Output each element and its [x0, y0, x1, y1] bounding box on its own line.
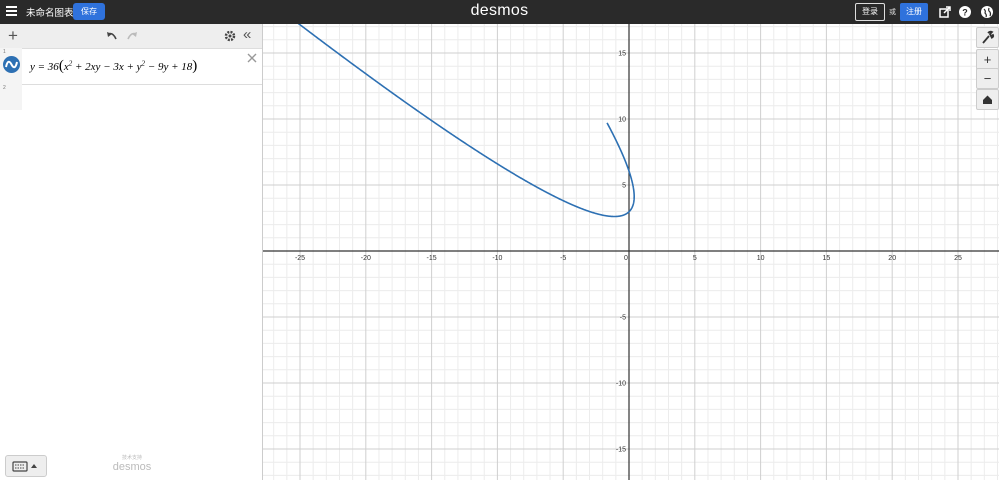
- home-icon: [983, 95, 992, 104]
- term-end: − 9y + 18: [145, 61, 193, 73]
- y-tick-label: -5: [620, 315, 626, 322]
- zoom-out-button[interactable]: −: [976, 68, 999, 89]
- wrench-icon: [982, 30, 995, 44]
- x-tick-label: 10: [757, 255, 765, 262]
- default-viewport-button[interactable]: [976, 89, 999, 110]
- expression-index: 1: [3, 49, 6, 55]
- top-bar: 未命名图表 保存 desmos 登录 或 注册 ?: [0, 0, 999, 24]
- svg-text:?: ?: [962, 8, 968, 18]
- minor-grid: [263, 24, 999, 480]
- save-button[interactable]: 保存: [73, 3, 105, 20]
- delete-icon[interactable]: [246, 52, 258, 64]
- x-tick-label: -5: [560, 255, 566, 262]
- signup-button[interactable]: 注册: [900, 3, 928, 21]
- zoom-in-button[interactable]: +: [976, 49, 999, 70]
- or-text: 或: [889, 9, 896, 16]
- keyboard-toggle-button[interactable]: [5, 455, 47, 477]
- expression-row[interactable]: 1 y = 36(x2 + 2xy − 3x + y2 − 9y + 18): [0, 48, 262, 85]
- y-tick-label: -10: [616, 381, 626, 388]
- redo-icon[interactable]: [126, 31, 138, 41]
- language-globe-icon[interactable]: [980, 5, 994, 19]
- share-icon[interactable]: [938, 5, 952, 19]
- y-tick-label: 15: [618, 51, 626, 58]
- term-middle: + 2xy − 3x + y: [72, 61, 142, 73]
- expression-math[interactable]: y = 36(x2 + 2xy − 3x + y2 − 9y + 18): [30, 58, 197, 75]
- y-tick-label: 10: [618, 117, 626, 124]
- add-icon[interactable]: +: [8, 27, 18, 44]
- x-tick-label: 20: [888, 255, 896, 262]
- expression-index: 2: [3, 85, 6, 91]
- undo-icon[interactable]: [106, 31, 118, 41]
- expression-row-empty[interactable]: 2: [0, 84, 262, 110]
- x-tick-label: 25: [954, 255, 962, 262]
- y-tick-label: 5: [622, 183, 626, 190]
- x-tick-label: -20: [361, 255, 371, 262]
- x-tick-label: -10: [492, 255, 502, 262]
- expression-prefix: y = 36: [30, 61, 59, 73]
- x-tick-label: -15: [427, 255, 437, 262]
- x-tick-label: 15: [823, 255, 831, 262]
- keyboard-icon: [12, 461, 37, 472]
- x-tick-label: -25: [295, 255, 305, 262]
- graph-paper[interactable]: -25 -20 -15 -10 -5 0 5 10 15 20 25 15 10 5 -5 -10 -15: [263, 24, 999, 480]
- graph-settings-button[interactable]: [976, 27, 999, 48]
- help-icon[interactable]: ?: [958, 5, 972, 19]
- settings-gear-icon[interactable]: [224, 30, 236, 42]
- desmos-logo: desmos: [470, 2, 529, 19]
- graph-title[interactable]: 未命名图表: [26, 5, 74, 19]
- y-tick-label: -15: [616, 447, 626, 454]
- expression-panel: + « 1 y = 36(x2 + 2xy − 3x + y2 − 9y + 1…: [0, 24, 263, 480]
- panel-toolbar: + «: [0, 24, 262, 49]
- expression-color-icon[interactable]: [3, 56, 20, 73]
- zoom-out-icon: −: [983, 71, 992, 86]
- menu-icon[interactable]: [6, 6, 17, 18]
- powered-by-text: 技术支持: [121, 455, 142, 461]
- powered-by-desmos[interactable]: 技术支持 desmos: [110, 454, 154, 473]
- x-tick-label: 0: [624, 255, 628, 262]
- collapse-panel-icon[interactable]: «: [243, 27, 251, 43]
- login-button[interactable]: 登录: [855, 3, 885, 21]
- desmos-brand: desmos: [112, 461, 152, 473]
- zoom-in-icon: +: [983, 52, 992, 67]
- x-tick-label: 5: [693, 255, 697, 262]
